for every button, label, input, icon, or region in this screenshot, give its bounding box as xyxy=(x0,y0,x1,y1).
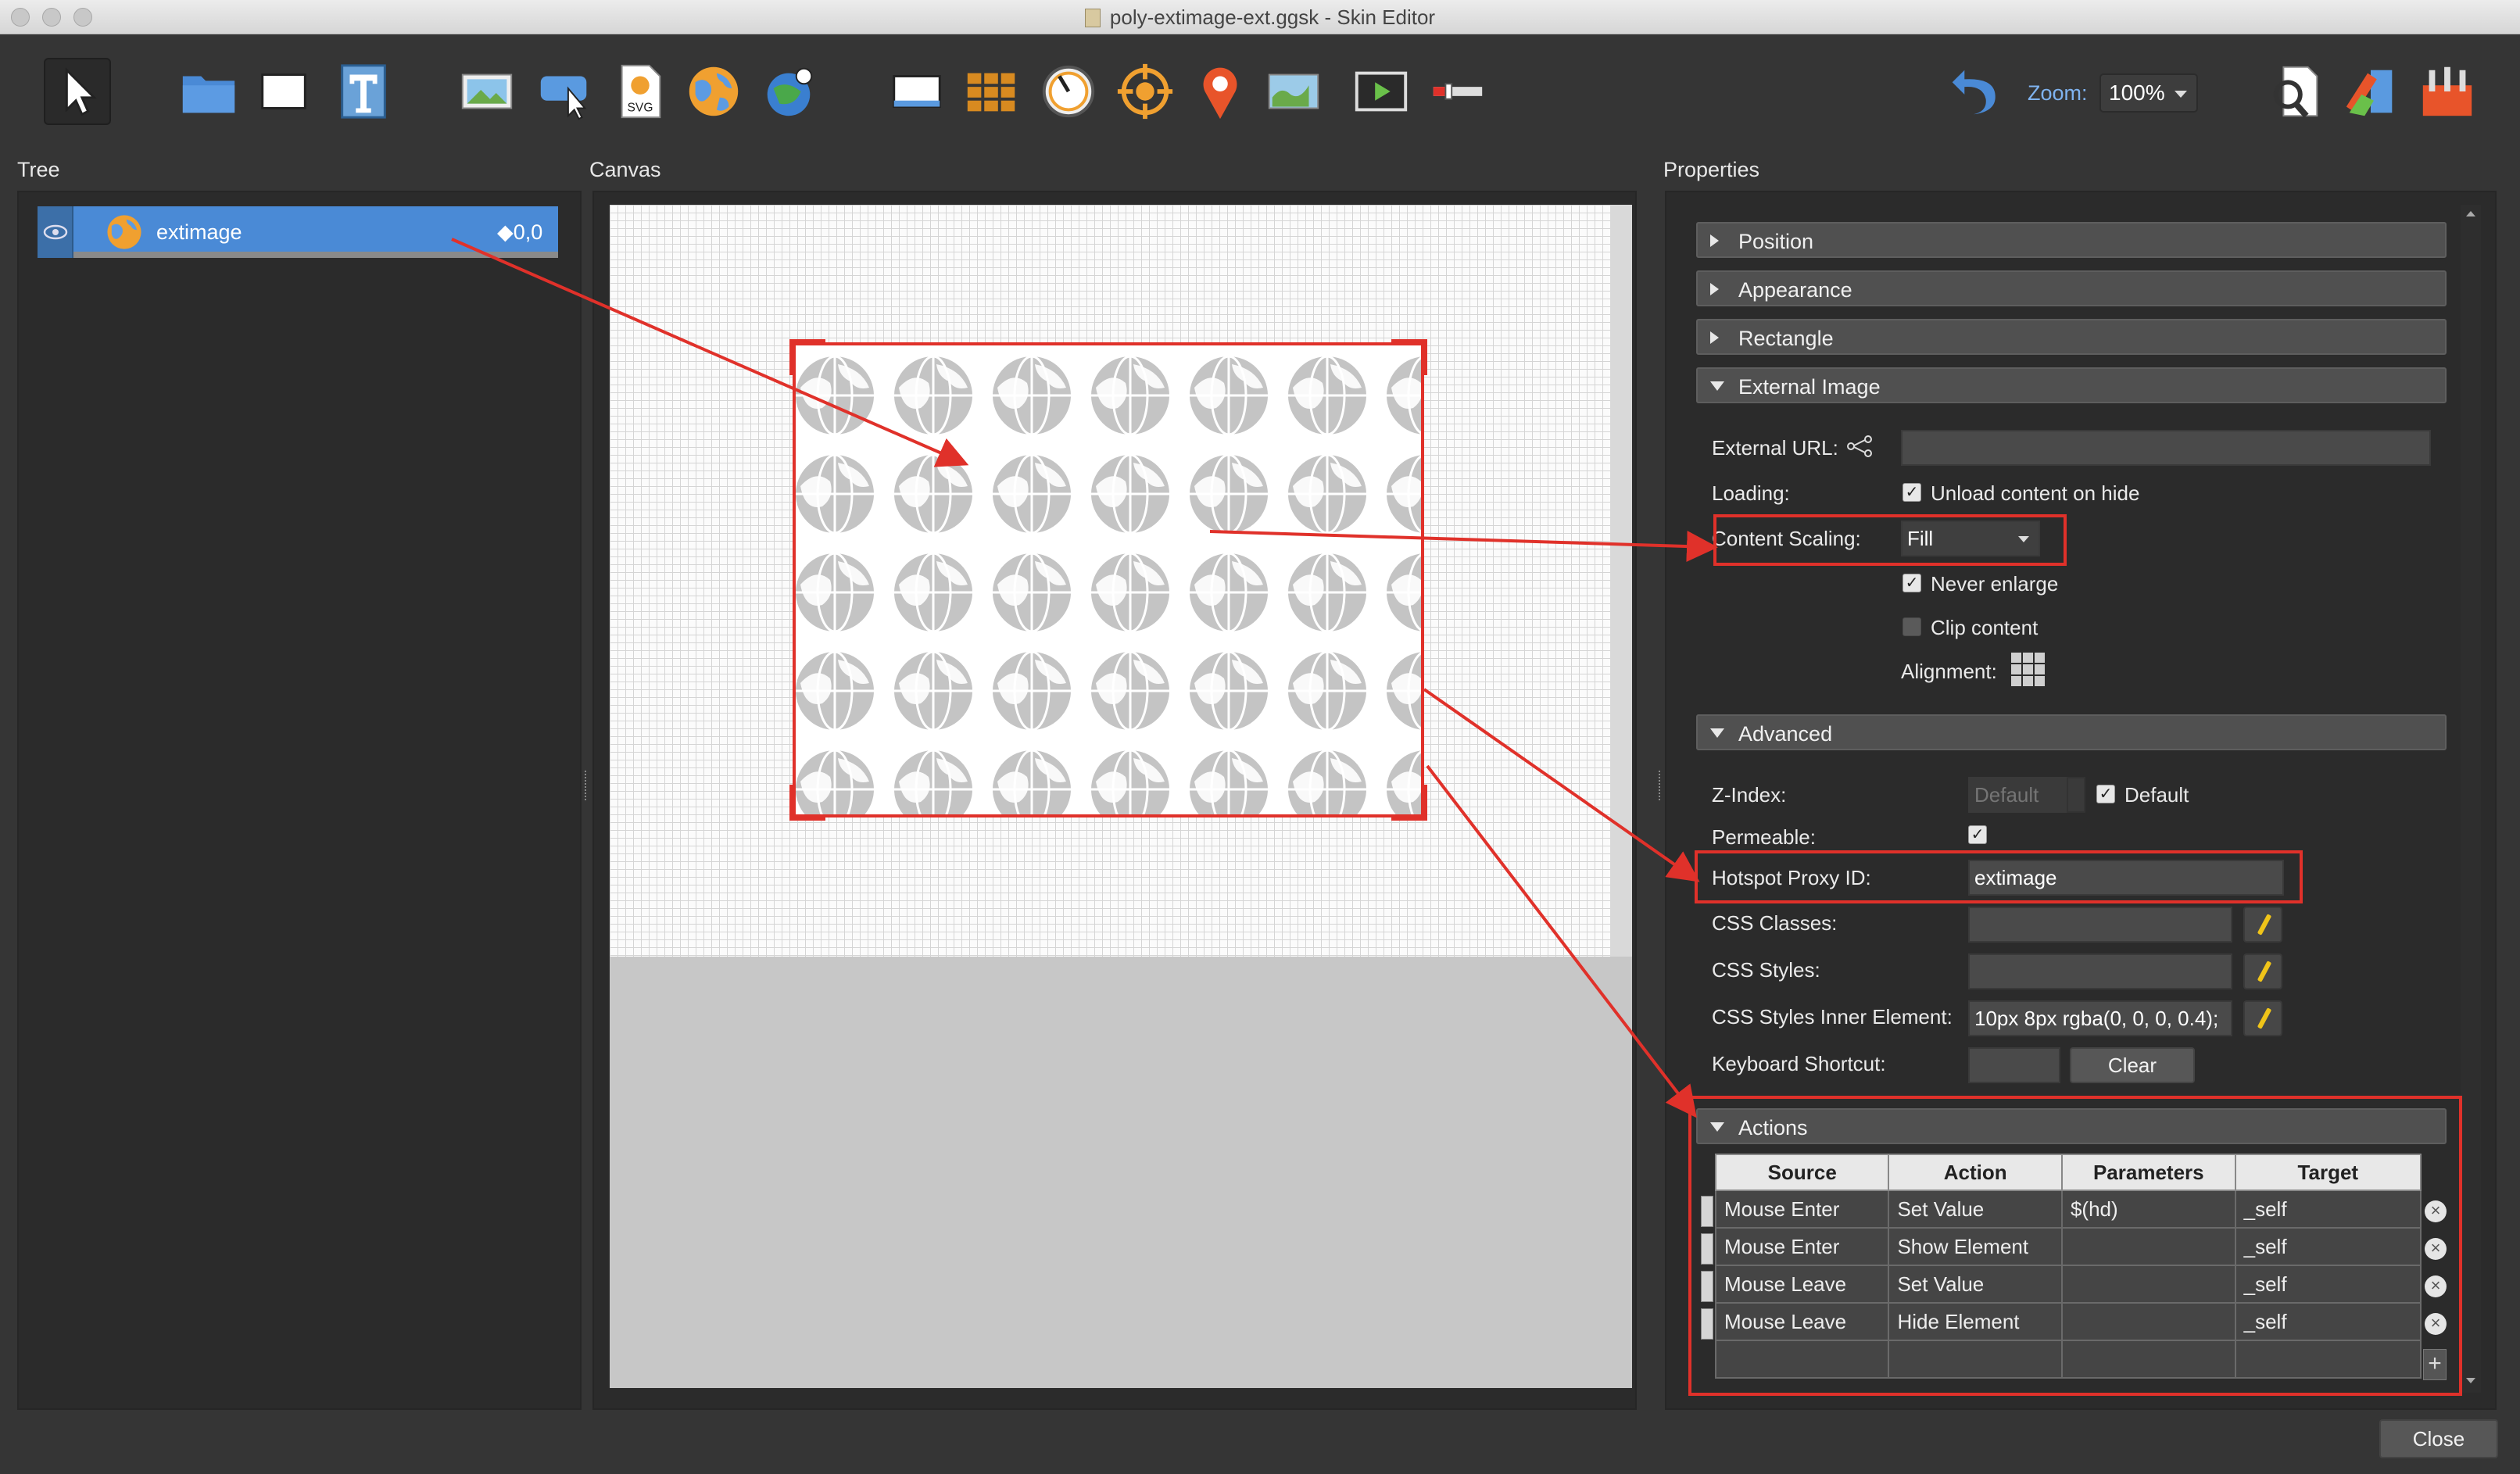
alignment-grid-icon[interactable] xyxy=(2010,652,2046,688)
hotspot-icon[interactable] xyxy=(532,58,599,125)
selection-handle[interactable] xyxy=(1391,339,1427,375)
section-advanced[interactable]: Advanced xyxy=(1696,714,2447,750)
tree-panel-label: Tree xyxy=(17,158,60,181)
external-image-icon[interactable] xyxy=(680,58,747,125)
zindex-stepper[interactable] xyxy=(2067,777,2085,813)
canvas-panel-label: Canvas xyxy=(589,158,661,181)
tree-item-label: extimage xyxy=(156,220,242,244)
clip-content-label: Clip content xyxy=(1931,616,2039,639)
folder-icon[interactable] xyxy=(175,58,242,125)
edit-css-styles-icon[interactable] xyxy=(2243,953,2282,989)
permeable-label: Permeable: xyxy=(1712,825,1816,849)
progress-bar-icon[interactable] xyxy=(1424,58,1491,125)
section-rectangle[interactable]: Rectangle xyxy=(1696,319,2447,355)
css-inner-field[interactable]: 10px 8px rgba(0, 0, 0, 0.4); xyxy=(1968,1000,2232,1036)
selection-handle[interactable] xyxy=(789,785,825,821)
dial-icon[interactable] xyxy=(1035,58,1102,125)
section-appearance[interactable]: Appearance xyxy=(1696,270,2447,306)
rectangle-icon[interactable] xyxy=(250,58,317,125)
zindex-default-label: Default xyxy=(2124,783,2189,807)
cloner-icon[interactable] xyxy=(755,58,822,125)
zindex-label: Z-Index: xyxy=(1712,783,1787,807)
properties-scrollbar[interactable] xyxy=(2461,205,2481,1393)
edit-css-classes-icon[interactable] xyxy=(2243,907,2282,943)
splitter-grip[interactable] xyxy=(1659,771,1662,800)
expand-icon xyxy=(1710,331,1719,344)
image-icon[interactable] xyxy=(453,58,521,125)
css-classes-field[interactable] xyxy=(1968,907,2232,943)
clear-shortcut-button[interactable]: Clear xyxy=(2070,1047,2195,1083)
preview-search-icon[interactable] xyxy=(2262,58,2329,125)
unload-checkbox[interactable]: ✓ xyxy=(1903,483,1921,502)
map-pin-icon[interactable] xyxy=(1187,58,1254,125)
window-title: poly-extimage-ext.ggsk - Skin Editor xyxy=(0,0,2520,34)
edit-css-inner-icon[interactable] xyxy=(2243,1000,2282,1036)
annotation-box-hotspot-proxy xyxy=(1695,850,2303,903)
visibility-eye-icon[interactable] xyxy=(38,206,73,258)
collapse-icon xyxy=(1710,381,1724,391)
target-icon[interactable] xyxy=(1111,58,1179,125)
selection-frame xyxy=(789,339,1427,821)
container-icon[interactable] xyxy=(883,58,950,125)
svg-label: SVG xyxy=(628,101,653,114)
css-styles-label: CSS Styles: xyxy=(1712,958,1820,982)
css-styles-field[interactable] xyxy=(1968,953,2232,989)
never-enlarge-label: Never enlarge xyxy=(1931,572,2059,596)
scroll-down-icon[interactable] xyxy=(2463,1372,2479,1388)
share-link-icon[interactable] xyxy=(1846,435,1874,458)
keyboard-shortcut-field[interactable] xyxy=(1968,1047,2060,1083)
canvas-scrollbar[interactable] xyxy=(1610,205,1632,957)
section-position[interactable]: Position xyxy=(1696,222,2447,258)
undo-icon[interactable] xyxy=(1940,58,2007,125)
css-classes-label: CSS Classes: xyxy=(1712,911,1838,935)
unload-label: Unload content on hide xyxy=(1931,481,2140,505)
section-external-image[interactable]: External Image xyxy=(1696,367,2447,403)
external-url-field[interactable] xyxy=(1901,430,2431,466)
document-icon xyxy=(1084,9,1101,27)
scroll-up-icon[interactable] xyxy=(2463,206,2479,222)
zoom-label: Zoom: xyxy=(2028,81,2088,105)
loading-label: Loading: xyxy=(1712,481,1790,505)
video-icon[interactable] xyxy=(1348,58,1415,125)
css-inner-label: CSS Styles Inner Element: xyxy=(1712,1005,1953,1029)
permeable-checkbox[interactable]: ✓ xyxy=(1968,825,1987,844)
collapse-icon xyxy=(1710,728,1724,738)
alignment-label: Alignment: xyxy=(1901,660,1997,683)
selection-handle[interactable] xyxy=(789,339,825,375)
clip-content-checkbox[interactable] xyxy=(1903,617,1921,636)
select-arrow-icon[interactable] xyxy=(44,58,111,125)
properties-panel-label: Properties xyxy=(1663,158,1760,181)
text-icon[interactable] xyxy=(330,58,397,125)
splitter-grip[interactable] xyxy=(585,771,588,800)
annotation-box-content-scaling xyxy=(1713,514,2067,566)
selection-handle[interactable] xyxy=(1391,785,1427,821)
tree-item-position: ◆0,0 xyxy=(497,220,543,244)
expand-icon xyxy=(1710,234,1719,247)
grid-icon[interactable] xyxy=(958,58,1026,125)
expand-icon xyxy=(1710,283,1719,295)
keyboard-shortcut-label: Keyboard Shortcut: xyxy=(1712,1052,1886,1075)
zindex-input[interactable] xyxy=(1968,777,2068,813)
tools-icon[interactable] xyxy=(2414,58,2481,125)
map-icon[interactable] xyxy=(1260,58,1327,125)
external-url-label: External URL: xyxy=(1712,436,1838,460)
zoom-select[interactable]: 100% xyxy=(2099,73,2198,113)
annotation-box-actions xyxy=(1688,1096,2462,1396)
chevron-down-icon xyxy=(2175,91,2187,98)
svg-icon[interactable]: SVG xyxy=(607,58,674,125)
close-button[interactable]: Close xyxy=(2379,1419,2498,1458)
external-image-icon xyxy=(103,211,145,253)
zindex-default-checkbox[interactable]: ✓ xyxy=(2096,785,2115,803)
tree-panel xyxy=(17,191,582,1410)
never-enlarge-checkbox[interactable]: ✓ xyxy=(1903,574,1921,592)
skin-settings-icon[interactable] xyxy=(2337,58,2404,125)
